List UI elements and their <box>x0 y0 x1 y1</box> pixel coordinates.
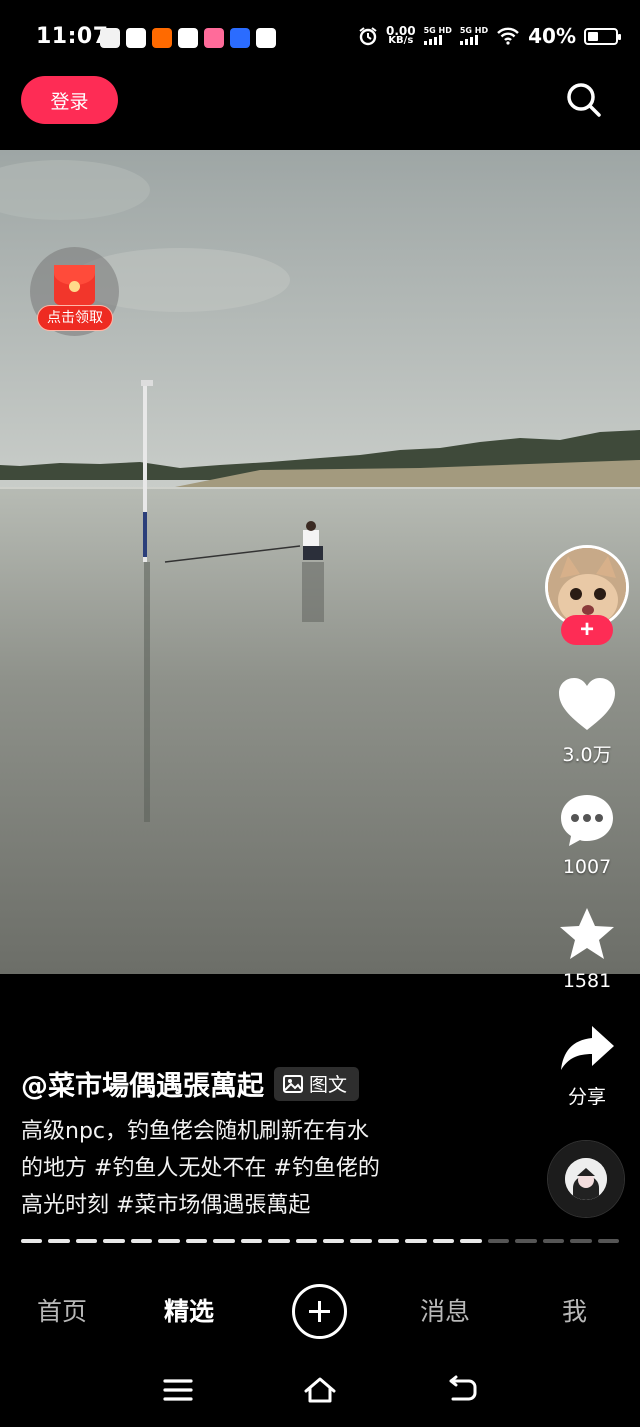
create-post-button[interactable] <box>292 1284 347 1339</box>
sim1-label: 5G HD <box>423 26 452 35</box>
location-icon <box>256 28 276 48</box>
tiktok-icon <box>178 28 198 48</box>
notification-icons <box>100 28 276 48</box>
description-line: 高级npc，钓鱼佬会随机刷新在有水 <box>21 1119 370 1144</box>
network-speed-unit: KB/s <box>388 35 414 46</box>
wechat-icon <box>126 28 146 48</box>
progress-segment <box>268 1239 290 1243</box>
share-label: 分享 <box>567 1086 606 1108</box>
red-packet-widget[interactable]: 点击领取 <box>30 247 119 336</box>
progress-segment <box>432 1239 455 1243</box>
search-icon[interactable] <box>564 80 604 120</box>
status-time: 11:07 <box>36 24 109 49</box>
tab-featured[interactable]: 精选 <box>164 1292 214 1328</box>
comment-icon <box>561 795 613 846</box>
sim1-signal: 5G HD <box>423 26 452 45</box>
progress-segment <box>515 1239 537 1243</box>
progress-segment <box>405 1239 427 1243</box>
comment-count: 1007 <box>562 856 612 878</box>
wifi-icon <box>497 27 519 45</box>
post-author[interactable]: @菜市場偶遇張萬起 图文 <box>21 1064 360 1103</box>
menu-icon[interactable] <box>161 1374 195 1406</box>
progress-segment <box>240 1239 263 1243</box>
like-count: 3.0万 <box>562 744 612 766</box>
tab-home[interactable]: 首页 <box>37 1292 87 1328</box>
progress-segment <box>48 1239 70 1243</box>
tab-messages[interactable]: 消息 <box>420 1292 470 1328</box>
heart-icon <box>559 678 615 730</box>
alarm-icon <box>359 27 377 46</box>
progress-segment <box>21 1239 43 1243</box>
battery-icon <box>584 27 621 45</box>
progress-segment <box>103 1239 125 1243</box>
progress-segment <box>295 1239 317 1243</box>
sim2-signal: 5G HD <box>459 26 489 45</box>
slide-progress <box>21 1239 619 1243</box>
battery-fill <box>588 31 599 41</box>
progress-segment <box>597 1239 619 1243</box>
image-text-badge: 图文 <box>274 1066 360 1101</box>
progress-segment <box>75 1239 98 1243</box>
network-speed: 0.00 KB/s <box>386 25 416 46</box>
description-line: 的地方 #钓鱼人无处不在 #钓鱼佬的 <box>21 1156 380 1181</box>
image-icon <box>283 1074 303 1093</box>
share-button[interactable]: 分享 <box>550 1024 624 1109</box>
share-arrow-icon <box>561 1026 614 1070</box>
favorite-button[interactable]: 1581 <box>550 906 624 992</box>
battery-percent: 40% <box>528 24 576 48</box>
progress-segment <box>487 1239 510 1243</box>
author-name[interactable]: @菜市場偶遇張萬起 <box>21 1064 264 1103</box>
home-icon[interactable] <box>303 1374 337 1406</box>
favorite-count: 1581 <box>562 970 612 992</box>
sim2-label: 5G HD <box>459 26 489 35</box>
bilibili-icon <box>230 28 250 48</box>
progress-segment <box>460 1239 482 1243</box>
post-description[interactable]: 高级npc，钓鱼佬会随机刷新在有水 的地方 #钓鱼人无处不在 #钓鱼佬的 高光时… <box>21 1113 471 1224</box>
progress-segment <box>377 1239 400 1243</box>
description-line: 高光时刻 #菜市场偶遇張萬起 <box>21 1193 311 1218</box>
music-cover-icon <box>565 1158 607 1200</box>
status-right: 0.00 KB/s 5G HD 5G HD 40% <box>358 24 621 48</box>
progress-segment <box>130 1239 153 1243</box>
progress-segment <box>570 1239 592 1243</box>
progress-segment <box>213 1239 235 1243</box>
progress-segment <box>158 1239 180 1243</box>
progress-segment <box>322 1239 345 1243</box>
signal-bars-icon <box>423 35 452 45</box>
bottom-nav: 首页 精选 消息 我 <box>0 1268 640 1352</box>
red-envelope-icon <box>54 265 95 305</box>
taobao-icon <box>152 28 172 48</box>
system-nav-bar <box>0 1352 640 1427</box>
progress-segment <box>542 1239 565 1243</box>
badge-label: 图文 <box>309 1074 348 1096</box>
red-packet-label: 点击领取 <box>37 305 113 331</box>
signal-bars-icon <box>459 35 488 45</box>
follow-button[interactable]: + <box>561 615 613 645</box>
back-icon[interactable] <box>445 1374 479 1406</box>
comment-button[interactable]: 1007 <box>550 792 624 878</box>
calendar-icon <box>100 28 120 48</box>
login-button[interactable]: 登录 <box>21 76 118 124</box>
tab-me[interactable]: 我 <box>562 1292 587 1328</box>
app-icon <box>204 28 224 48</box>
progress-segment <box>350 1239 372 1243</box>
star-icon <box>560 908 614 959</box>
progress-segment <box>185 1239 208 1243</box>
like-button[interactable]: 3.0万 <box>550 676 624 767</box>
status-bar: 11:07 0.00 KB/s 5G HD 5G HD 40% <box>0 0 640 72</box>
music-disc[interactable] <box>548 1141 624 1217</box>
